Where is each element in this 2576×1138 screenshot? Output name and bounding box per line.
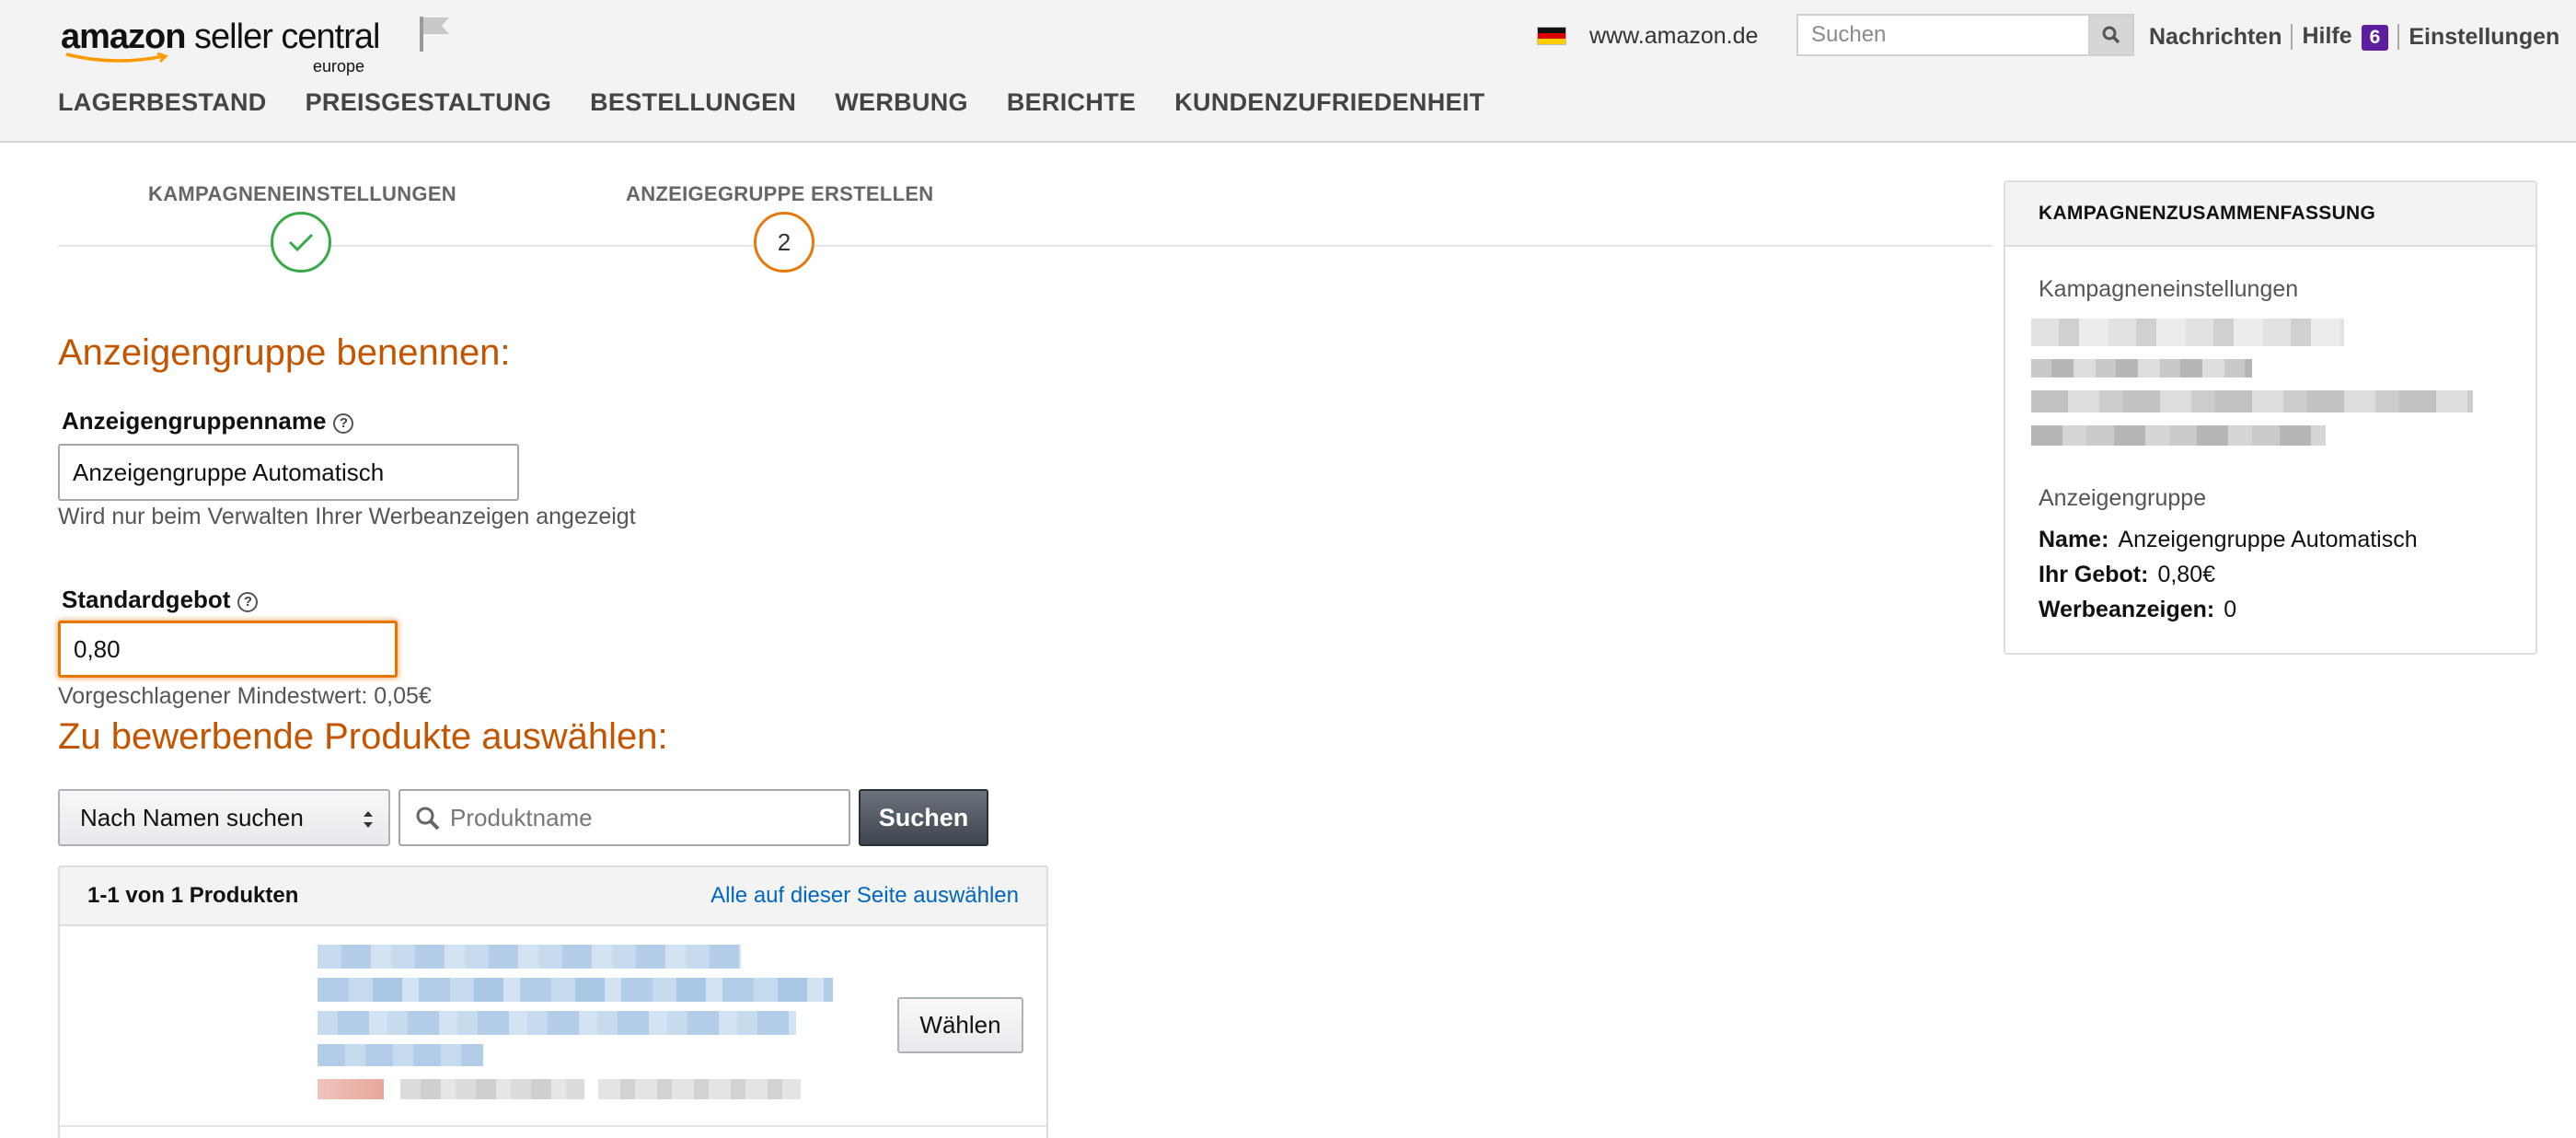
header-links: Nachrichten Hilfe 6 Einstellungen: [2149, 20, 2559, 53]
summary-ads-row: Werbeanzeigen: 0: [2039, 597, 2236, 623]
logo-brand: amazon: [61, 17, 186, 56]
main-navigation: LAGERBESTAND PREISGESTALTUNG BESTELLUNGE…: [58, 88, 1484, 117]
germany-flag-icon[interactable]: [1537, 27, 1566, 45]
product-search-input[interactable]: [450, 791, 837, 844]
adgroup-name-heading: Anzeigengruppe benennen:: [58, 332, 511, 373]
help-circle-icon[interactable]: ?: [333, 412, 354, 434]
summary-bid-key: Ihr Gebot:: [2039, 562, 2149, 587]
help-link[interactable]: Hilfe 6: [2302, 23, 2389, 51]
help-link-label: Hilfe: [2302, 23, 2352, 49]
help-badge: 6: [2361, 25, 2389, 51]
summary-bid-row: Ihr Gebot: 0,80€: [2039, 562, 2215, 588]
summary-ads-key: Werbeanzeigen:: [2039, 597, 2215, 622]
checkmark-icon: [288, 233, 314, 252]
header-search-input[interactable]: [1796, 14, 2088, 56]
link-separator: [2291, 24, 2293, 50]
campaign-summary-title: KAMPAGNENZUSAMMENFASSUNG: [2005, 182, 2536, 247]
marketplace-selector[interactable]: www.amazon.de: [1589, 23, 1758, 50]
row-divider: [60, 1125, 1046, 1127]
nav-advertising[interactable]: WERBUNG: [835, 88, 968, 117]
summary-adgroup-label: Anzeigengruppe: [2039, 485, 2207, 511]
adgroup-name-label-text: Anzeigengruppenname: [62, 407, 327, 435]
nav-reports[interactable]: BERICHTE: [1007, 88, 1136, 117]
step-number: 2: [777, 227, 791, 256]
default-bid-input[interactable]: [58, 621, 398, 678]
search-icon: [416, 807, 440, 830]
summary-bid-value: 0,80€: [2157, 562, 2215, 587]
logo-suffix: seller central: [194, 17, 380, 56]
summary-name-row: Name: Anzeigengruppe Automatisch: [2039, 527, 2418, 553]
summary-campaign-settings-label: Kampagneneinstellungen: [2039, 276, 2299, 302]
default-bid-hint: Vorgeschlagener Mindestwert: 0,05€: [58, 683, 432, 709]
adgroup-name-hint: Wird nur beim Verwalten Ihrer Werbeanzei…: [58, 504, 636, 529]
search-icon: [2102, 26, 2120, 44]
default-bid-label-text: Standardgebot: [62, 586, 231, 613]
seller-central-logo[interactable]: amazon seller central europe: [61, 17, 380, 75]
select-products-heading: Zu bewerbende Produkte auswählen:: [58, 716, 668, 757]
step-create-adgroup-label: ANZEIGEGRUPPE ERSTELLEN: [626, 182, 934, 205]
search-mode-value: Nach Namen suchen: [80, 803, 304, 831]
choose-product-button[interactable]: Wählen: [897, 997, 1023, 1053]
top-header: amazon seller central europe www.amazon.…: [0, 0, 2576, 143]
summary-name-key: Name:: [2039, 527, 2109, 552]
header-search-button[interactable]: [2088, 14, 2134, 56]
summary-name-value: Anzeigengruppe Automatisch: [2118, 527, 2418, 552]
select-arrows-icon: [364, 811, 373, 828]
summary-ads-value: 0: [2224, 597, 2237, 622]
step-campaign-settings-done[interactable]: [271, 212, 331, 273]
nav-performance[interactable]: KUNDENZUFRIEDENHEIT: [1174, 88, 1484, 117]
adgroup-name-label: Anzeigengruppenname ?: [62, 407, 354, 435]
steps-divider: [58, 245, 1993, 247]
settings-link[interactable]: Einstellungen: [2409, 24, 2559, 51]
product-search-field: [399, 789, 850, 846]
results-count: 1-1 von 1 Produkten: [87, 883, 299, 908]
help-circle-icon[interactable]: ?: [237, 591, 259, 612]
amazon-smile-icon: [65, 52, 168, 64]
select-all-link[interactable]: Alle auf dieser Seite auswählen: [710, 883, 1019, 909]
nav-inventory[interactable]: LAGERBESTAND: [58, 88, 267, 117]
results-header: 1-1 von 1 Produkten Alle auf dieser Seit…: [60, 867, 1046, 926]
nav-orders[interactable]: BESTELLUNGEN: [590, 88, 796, 117]
product-title-blurred[interactable]: [318, 945, 833, 1120]
default-bid-label: Standardgebot ?: [62, 586, 259, 614]
product-search-button[interactable]: Suchen: [859, 789, 988, 846]
logo-region: europe: [312, 57, 364, 75]
product-results-panel: 1-1 von 1 Produkten Alle auf dieser Seit…: [58, 865, 1048, 1138]
link-separator: [2397, 24, 2400, 50]
step-campaign-settings-label: KAMPAGNENEINSTELLUNGEN: [148, 182, 456, 205]
messages-link[interactable]: Nachrichten: [2149, 24, 2281, 51]
flag-icon[interactable]: [416, 13, 453, 53]
search-mode-select[interactable]: Nach Namen suchen: [58, 789, 390, 846]
campaign-summary-panel: KAMPAGNENZUSAMMENFASSUNG Kampagneneinste…: [2004, 180, 2537, 655]
step-create-adgroup-current: 2: [754, 212, 814, 273]
adgroup-name-input[interactable]: [58, 444, 519, 501]
campaign-settings-blurred: [2031, 319, 2482, 457]
nav-pricing[interactable]: PREISGESTALTUNG: [306, 88, 552, 117]
